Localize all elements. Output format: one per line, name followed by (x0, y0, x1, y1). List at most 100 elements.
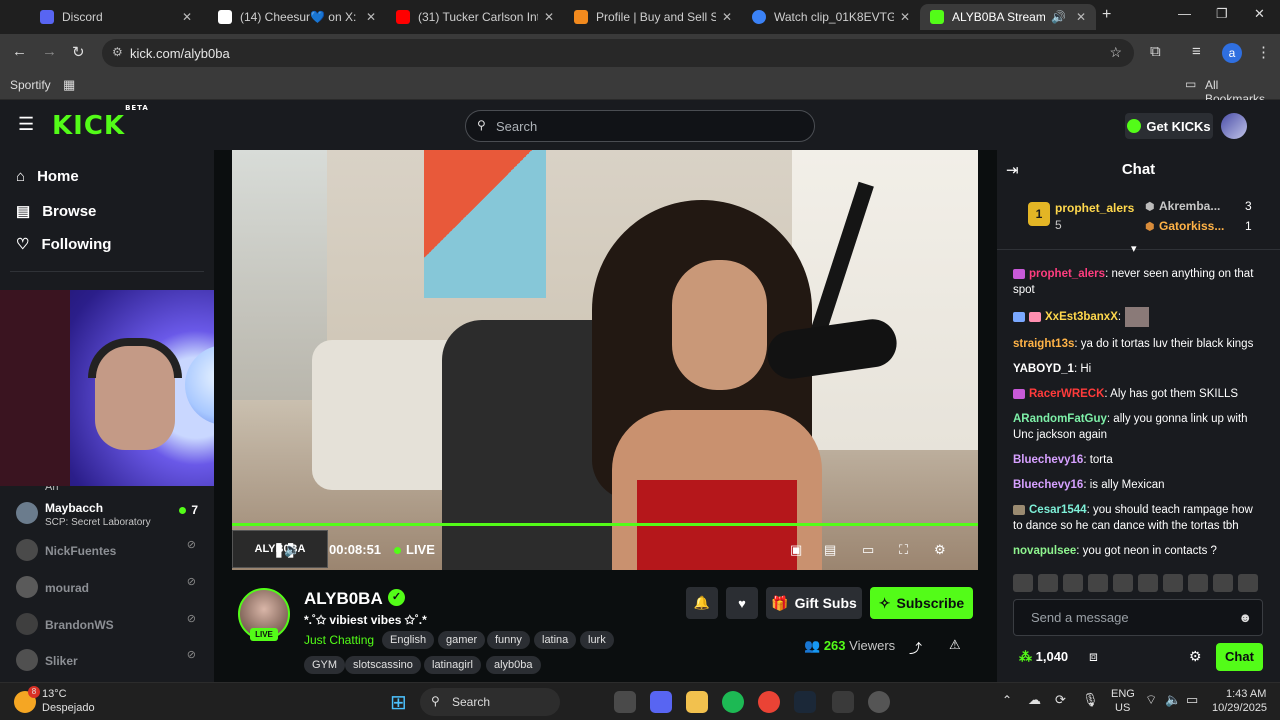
windows-start-icon[interactable]: ⊞ (390, 690, 407, 715)
chat-username[interactable]: Bluechevy16 (1013, 454, 1083, 466)
bookmark-star-icon[interactable]: ☆ (1109, 44, 1122, 61)
close-icon[interactable]: ✕ (900, 10, 910, 24)
tag[interactable]: English (382, 631, 435, 649)
user-avatar[interactable] (1221, 113, 1247, 139)
chat-username[interactable]: Cesar1544 (1029, 504, 1087, 516)
gift-subs-button[interactable]: 🎁 Gift Subs (766, 587, 862, 619)
chat-settings-gear-icon[interactable]: ⚙ (1189, 648, 1202, 665)
battery-icon[interactable]: ▭ (1186, 692, 1198, 708)
close-icon[interactable]: ✕ (182, 10, 192, 24)
tab-clip[interactable]: Watch clip_01K8EVTG2XK8 ✕ (742, 4, 920, 30)
chevron-up-icon[interactable]: ⌃ (1002, 693, 1012, 707)
microphone-icon[interactable]: 🎙 (1082, 692, 1099, 708)
channel-item[interactable]: BrandonWS ⊘ (16, 610, 206, 640)
live-progress-bar[interactable] (232, 523, 978, 526)
tag[interactable]: latina (534, 631, 577, 649)
theater-mode-icon[interactable]: ▭ (862, 542, 874, 558)
tab-skins[interactable]: Profile | Buy and Sell Skins ✕ (564, 4, 742, 30)
expand-leaderboard-icon[interactable]: ▾ (1131, 242, 1137, 255)
tag[interactable]: lurk (580, 631, 614, 649)
emote[interactable] (1188, 574, 1208, 592)
fullscreen-icon[interactable]: ⛶ (899, 542, 908, 558)
forward-button[interactable]: → (42, 43, 57, 60)
app-icon[interactable] (868, 691, 890, 713)
file-explorer-icon[interactable] (686, 691, 708, 713)
spotify-icon[interactable] (722, 691, 744, 713)
kick-logo[interactable]: KICKBETA (52, 104, 149, 141)
sidebar-item-following[interactable]: ♡ Following (16, 235, 111, 254)
settings-gear-icon[interactable]: ⚙ (934, 542, 946, 558)
chat-username[interactable]: YABOYD_1 (1013, 363, 1074, 375)
tab-youtube[interactable]: (31) Tucker Carlson Intervi ✕ (386, 4, 564, 30)
menu-kebab-icon[interactable]: ⋮ (1256, 43, 1271, 61)
back-button[interactable]: ← (12, 43, 27, 60)
tag[interactable]: latinagirl (424, 656, 481, 674)
task-view-icon[interactable] (614, 691, 636, 713)
chat-send-button[interactable]: Chat (1216, 643, 1263, 671)
maximize-button[interactable]: ❐ (1216, 6, 1228, 22)
pip-icon[interactable]: ▤ (824, 542, 836, 558)
emote[interactable] (1088, 574, 1108, 592)
tag[interactable]: slotscassino (345, 656, 421, 674)
volume-icon[interactable]: 🔈 (1165, 692, 1181, 708)
clock-time[interactable]: 1:43 AM (1226, 688, 1266, 700)
share-icon[interactable]: ⤴ (909, 638, 922, 657)
chrome-icon[interactable] (758, 691, 780, 713)
site-info-icon[interactable]: ⚙ (112, 45, 123, 59)
chat-username[interactable]: XxEst3banxX (1045, 311, 1118, 323)
app-icon[interactable] (832, 691, 854, 713)
chat-username[interactable]: RacerWRECK (1029, 388, 1104, 400)
speaker-icon[interactable]: 🔊 (1051, 10, 1066, 24)
discord-app-icon[interactable] (650, 691, 672, 713)
steam-icon[interactable] (794, 691, 816, 713)
emote[interactable] (1213, 574, 1233, 592)
hamburger-menu-icon[interactable]: ☰ (18, 114, 34, 135)
sidebar-item-home[interactable]: ⌂ Home (16, 168, 79, 185)
video-player[interactable] (232, 150, 978, 570)
chat-username[interactable]: ARandomFatGuy (1013, 413, 1107, 425)
channel-item[interactable]: mourad ⊘ (16, 573, 206, 603)
bookmark-sportify[interactable]: Sportify (10, 78, 51, 92)
url-field[interactable]: ⚙ kick.com/alyb0ba ☆ (102, 39, 1134, 67)
emote[interactable] (1163, 574, 1183, 592)
emoji-icon[interactable]: ☻ (1238, 600, 1252, 635)
chat-username[interactable]: prophet_alers (1029, 268, 1105, 280)
emote[interactable] (1063, 574, 1083, 592)
tag[interactable]: alyb0ba (486, 656, 541, 674)
report-warning-icon[interactable]: ⚠ (949, 637, 961, 653)
extensions-icon[interactable]: ⧉ (1150, 43, 1161, 60)
sync-icon[interactable]: ⟳ (1055, 692, 1066, 708)
channel-item[interactable]: Sliker ⊘ (16, 646, 206, 676)
emote[interactable] (1138, 574, 1158, 592)
search-input[interactable]: ⚲ Search (465, 110, 815, 142)
emote[interactable] (1113, 574, 1133, 592)
new-tab-button[interactable]: + (1102, 6, 1111, 24)
leader-name[interactable]: Akremba... (1159, 199, 1220, 213)
wifi-icon[interactable]: ⌔ (1145, 692, 1157, 708)
close-icon[interactable]: ✕ (1076, 10, 1086, 24)
reload-button[interactable]: ↻ (72, 43, 85, 61)
emote[interactable] (1013, 574, 1033, 592)
close-icon[interactable]: ✕ (544, 10, 554, 24)
channel-item[interactable]: Maybacch SCP: Secret Laboratory 7 (16, 499, 206, 529)
tab-x[interactable]: (14) Cheesur💙 on X: "@t ✕ (208, 4, 386, 30)
sidebar-item-browse[interactable]: ▤ Browse (16, 202, 96, 221)
tag[interactable]: GYM (304, 656, 346, 674)
channel-item[interactable]: NickFuentes ⊘ (16, 536, 206, 566)
tag[interactable]: gamer (438, 631, 486, 649)
stream-category[interactable]: Just Chatting (304, 633, 374, 647)
weather-temp[interactable]: 13°C (42, 688, 67, 700)
close-window-button[interactable]: ✕ (1254, 6, 1265, 22)
tag[interactable]: funny (487, 631, 530, 649)
channel-name[interactable]: ALYB0BA (304, 589, 383, 609)
chat-username[interactable]: Bluechevy16 (1013, 479, 1083, 491)
profile-avatar[interactable]: a (1222, 43, 1242, 63)
notification-bell-button[interactable]: 🔔 (686, 587, 718, 619)
onedrive-icon[interactable]: ☁ (1028, 692, 1041, 708)
apps-grid-icon[interactable]: ▦ (63, 77, 75, 93)
close-icon[interactable]: ✕ (722, 10, 732, 24)
emote[interactable] (1038, 574, 1058, 592)
leader-name[interactable]: prophet_alers (1055, 201, 1134, 215)
gift-box-icon[interactable]: ⧈ (1089, 648, 1098, 665)
chat-username[interactable]: straight13s (1013, 338, 1074, 350)
